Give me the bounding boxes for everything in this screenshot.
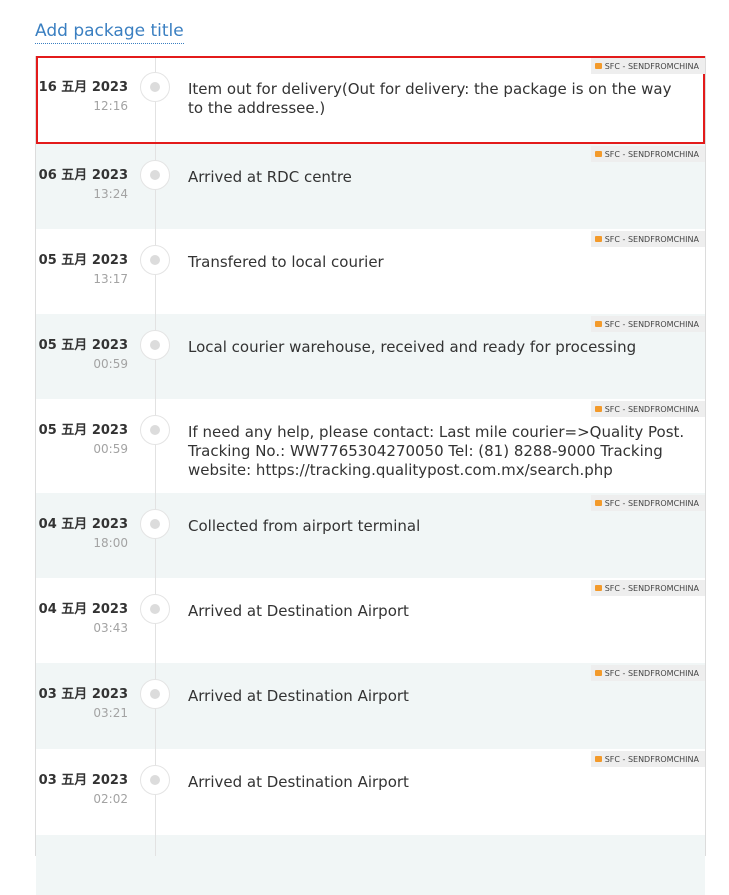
event-date: 04 五月 2023 [38,517,128,532]
carrier-logo-icon [594,63,602,69]
carrier-badge: SFC - SENDFROMCHINA [590,401,705,417]
timeline-dot-icon [140,245,170,275]
carrier-logo-icon [594,151,602,157]
carrier-badge: SFC - SENDFROMCHINA [590,231,705,247]
event-description: Arrived at Destination Airport [188,602,409,620]
event-date: 03 五月 2023 [38,773,128,788]
event-date: 16 五月 2023 [38,80,128,95]
timeline-dot-icon [140,765,170,795]
event-description: Item out for delivery(Out for delivery: … [188,80,672,117]
timeline-dot-icon [140,160,170,190]
carrier-logo-icon [594,670,602,676]
event-time: 02:02 [93,792,128,806]
event-row[interactable]: 05 五月 2023 13:17 Transfered to local cou… [36,229,705,314]
tracking-events-list: 16 五月 2023 12:16 Item out for delivery(O… [35,56,706,895]
event-row[interactable]: 16 五月 2023 12:16 Item out for delivery(O… [36,56,705,144]
event-date: 04 五月 2023 [38,602,128,617]
carrier-badge-label: SFC - SENDFROMCHINA [604,319,699,329]
event-description: If need any help, please contact: Last m… [188,423,685,479]
timeline-dot-icon [140,415,170,445]
carrier-logo-icon [594,236,602,242]
carrier-badge: SFC - SENDFROMCHINA [590,58,705,74]
carrier-badge: SFC - SENDFROMCHINA [590,316,705,332]
event-date: 05 五月 2023 [38,253,128,268]
event-description: Arrived at Destination Airport [188,773,409,791]
carrier-badge: SFC - SENDFROMCHINA [590,665,705,681]
event-time: 12:16 [93,99,128,113]
carrier-badge: SFC - SENDFROMCHINA [590,146,705,162]
event-row[interactable]: 05 五月 2023 00:59 If need any help, pleas… [36,399,705,493]
event-description: Transfered to local courier [188,253,384,271]
carrier-badge-label: SFC - SENDFROMCHINA [604,149,699,159]
event-date: 05 五月 2023 [38,338,128,353]
timeline-dot-icon [140,679,170,709]
event-row[interactable]: 04 五月 2023 18:00 Collected from airport … [36,493,705,578]
event-time: 03:21 [93,706,128,720]
event-time: 13:24 [93,187,128,201]
carrier-badge: SFC - SENDFROMCHINA [590,580,705,596]
event-time: 00:59 [93,442,128,456]
event-description: Collected from airport terminal [188,517,421,535]
event-date: 05 五月 2023 [38,423,128,438]
event-row[interactable]: 03 五月 2023 03:21 Arrived at Destination … [36,663,705,749]
carrier-badge: SFC - SENDFROMCHINA [590,751,705,767]
carrier-logo-icon [594,756,602,762]
carrier-badge-label: SFC - SENDFROMCHINA [604,498,699,508]
carrier-logo-icon [594,406,602,412]
event-description: Local courier warehouse, received and re… [188,338,637,356]
event-time: 03:43 [93,621,128,635]
carrier-logo-icon [594,500,602,506]
carrier-logo-icon [594,321,602,327]
timeline-dot-icon [140,330,170,360]
event-row[interactable]: 04 五月 2023 03:43 Arrived at Destination … [36,578,705,663]
carrier-badge-label: SFC - SENDFROMCHINA [604,61,699,71]
event-date: 06 五月 2023 [38,168,128,183]
carrier-logo-icon [594,585,602,591]
carrier-badge-label: SFC - SENDFROMCHINA [604,404,699,414]
event-description: Arrived at RDC centre [188,168,352,186]
carrier-badge-label: SFC - SENDFROMCHINA [604,583,699,593]
carrier-badge-label: SFC - SENDFROMCHINA [604,668,699,678]
event-row[interactable]: 06 五月 2023 13:24 Arrived at RDC centre S… [36,144,705,229]
timeline-dot-icon [140,509,170,539]
carrier-badge-label: SFC - SENDFROMCHINA [604,754,699,764]
event-row[interactable]: 05 五月 2023 00:59 Local courier warehouse… [36,314,705,399]
event-row[interactable]: 03 五月 2023 02:02 Arrived at Destination … [36,749,705,835]
event-time: 18:00 [93,536,128,550]
timeline-dot-icon [140,594,170,624]
event-row-partial [36,835,705,895]
timeline-dot-icon [140,72,170,102]
carrier-badge-label: SFC - SENDFROMCHINA [604,234,699,244]
event-time: 13:17 [93,272,128,286]
add-package-title-link[interactable]: Add package title [35,20,184,44]
carrier-badge: SFC - SENDFROMCHINA [590,495,705,511]
event-date: 03 五月 2023 [38,687,128,702]
event-time: 00:59 [93,357,128,371]
event-description: Arrived at Destination Airport [188,687,409,705]
